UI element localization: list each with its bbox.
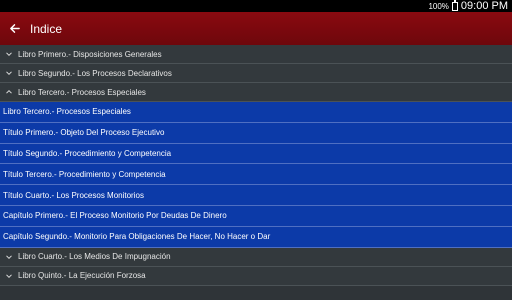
child-item[interactable]: Título Primero.- Objeto Del Proceso Ejec…	[0, 122, 512, 144]
status-bar: 100% 09:00 PM	[0, 0, 512, 12]
clock: 09:00 PM	[460, 0, 508, 12]
page-title: Indice	[30, 21, 63, 36]
child-item[interactable]: Título Cuarto.- Los Procesos Monitorios	[0, 185, 512, 206]
chevron-down-icon	[0, 69, 18, 77]
battery-icon	[451, 0, 458, 11]
child-item[interactable]: Capítulo Segundo.- Monitorio Para Obliga…	[0, 226, 512, 248]
group-item-libro-tercero[interactable]: Libro Tercero.- Procesos Especiales	[0, 83, 512, 102]
group-item-libro-cuarto[interactable]: Libro Cuarto.- Los Medios De Impugnación	[0, 247, 512, 267]
group-item-libro-quinto[interactable]: Libro Quinto.- La Ejecución Forzosa	[0, 266, 512, 286]
child-item[interactable]: Libro Tercero.- Procesos Especiales	[0, 102, 512, 123]
index-list: Libro Primero.- Disposiciones Generales …	[0, 45, 512, 286]
group-item-label: Libro Cuarto.- Los Medios De Impugnación	[18, 252, 171, 262]
chevron-down-icon	[0, 50, 18, 58]
chevron-down-icon	[0, 272, 18, 280]
chevron-up-icon	[0, 88, 18, 96]
group-item-label: Libro Primero.- Disposiciones Generales	[18, 49, 162, 59]
child-item[interactable]: Título Segundo.- Procedimiento y Compete…	[0, 143, 512, 165]
group-item-label: Libro Quinto.- La Ejecución Forzosa	[18, 271, 146, 281]
back-arrow-icon[interactable]	[0, 12, 28, 45]
group-item-libro-segundo[interactable]: Libro Segundo.- Los Procesos Declarativo…	[0, 64, 512, 83]
child-item[interactable]: Capítulo Primero.- El Proceso Monitorio …	[0, 205, 512, 227]
group-item-libro-primero[interactable]: Libro Primero.- Disposiciones Generales	[0, 45, 512, 64]
battery-percent: 100%	[428, 1, 449, 11]
app-bar: Indice	[0, 12, 512, 45]
child-item[interactable]: Título Tercero.- Procedimiento y Compete…	[0, 164, 512, 186]
group-item-label: Libro Segundo.- Los Procesos Declarativo…	[18, 68, 172, 78]
chevron-down-icon	[0, 253, 18, 261]
group-item-label: Libro Tercero.- Procesos Especiales	[18, 87, 146, 97]
